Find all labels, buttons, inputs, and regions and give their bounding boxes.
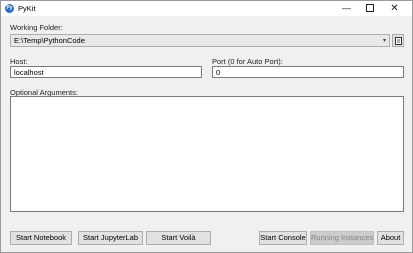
port-value: 0 [216, 68, 221, 77]
maximize-icon [365, 3, 374, 12]
chevron-down-icon[interactable]: ▾ [383, 36, 386, 46]
app-window: Py PyKit — ✕ Working Folder: E:\Temp\Pyt… [0, 0, 413, 253]
running-instances-button[interactable]: Running Instances [310, 231, 374, 245]
working-folder-label: Working Folder: [10, 23, 63, 32]
browse-folder-button[interactable] [392, 34, 404, 47]
pykit-app-icon: Py [5, 4, 14, 13]
working-folder-value: E:\Temp\PythonCode [14, 36, 85, 45]
host-input[interactable]: localhost [10, 66, 202, 78]
minimize-button[interactable]: — [335, 1, 358, 16]
optional-arguments-textarea[interactable] [10, 96, 404, 212]
start-jupyterlab-button[interactable]: Start JupyterLab [78, 231, 143, 245]
title-bar[interactable]: Py PyKit — ✕ [1, 1, 412, 16]
start-notebook-button[interactable]: Start Notebook [10, 231, 72, 245]
start-voila-button[interactable]: Start Voilà [146, 231, 211, 245]
host-value: localhost [14, 68, 44, 77]
window-title: PyKit [18, 4, 36, 13]
close-button[interactable]: ✕ [383, 1, 406, 16]
working-folder-combobox[interactable]: E:\Temp\PythonCode ▾ [10, 34, 390, 47]
maximize-button[interactable] [358, 1, 381, 16]
folder-browse-icon [395, 37, 402, 45]
port-input[interactable]: 0 [212, 66, 404, 78]
start-console-button[interactable]: Start Console [259, 231, 307, 245]
about-button[interactable]: About [377, 231, 404, 245]
